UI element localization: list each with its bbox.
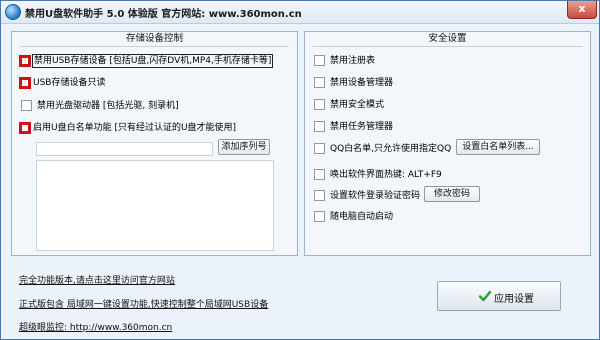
storage-control-group: 存储设备控制 禁用USB存储设备 [包括U盘,闪存DV机,MP4,手机存储卡等]…: [11, 31, 298, 256]
main-window: 禁用U盘软件助手 5.0 体验版 官方网站: www.360mon.cn x 存…: [0, 0, 600, 340]
security-settings-group: 安全设置 禁用注册表 禁用设备管理器 禁用安全模式 禁用任务管理器 QQ白名单,…: [304, 31, 591, 256]
auto-start-label: 随电脑自动启动: [330, 212, 394, 222]
disable-device-manager-label: 禁用设备管理器: [330, 78, 394, 88]
disable-safe-mode-checkbox[interactable]: [314, 99, 325, 110]
disable-device-manager-checkbox[interactable]: [314, 77, 325, 88]
app-shield-icon: [5, 4, 21, 20]
qq-whitelist-label: QQ白名单,只允许使用指定QQ: [330, 144, 452, 154]
security-group-title: 安全设置: [428, 33, 467, 44]
disable-task-manager-checkbox[interactable]: [314, 121, 325, 132]
disable-registry-label: 禁用注册表: [330, 56, 376, 66]
disable-usb-storage-checkbox[interactable]: [19, 55, 31, 67]
login-password-label: 设置软件登录验证密码: [330, 191, 421, 201]
close-button[interactable]: x: [567, 1, 597, 19]
login-password-checkbox[interactable]: [314, 190, 325, 201]
usb-readonly-label: USB存储设备只读: [33, 78, 106, 88]
lan-feature-link[interactable]: 正式版包含 局域网一键设置功能,快速控制整个局域网USB设备: [19, 297, 268, 310]
usb-readonly-checkbox[interactable]: [19, 77, 31, 89]
disable-task-manager-label: 禁用任务管理器: [330, 122, 394, 132]
qq-whitelist-checkbox[interactable]: [314, 143, 325, 154]
auto-start-checkbox[interactable]: [314, 211, 325, 222]
add-serial-button[interactable]: 添加序列号: [218, 139, 270, 155]
checkmark-icon: [478, 290, 492, 302]
apply-settings-label: 应用设置: [494, 294, 534, 305]
disable-optical-drive-label: 禁用光盘驱动器 [包括光驱, 刻录机]: [37, 101, 179, 111]
full-version-link[interactable]: 完全功能版本,请点击这里访问官方网站: [19, 273, 175, 286]
super-monitor-link[interactable]: 超级眼监控: http://www.360mon.cn: [19, 320, 172, 333]
storage-group-title: 存储设备控制: [125, 33, 183, 44]
usb-whitelist-checkbox[interactable]: [19, 122, 31, 134]
disable-safe-mode-label: 禁用安全模式: [330, 100, 385, 110]
disable-optical-drive-checkbox[interactable]: [21, 100, 32, 111]
title-bar[interactable]: 禁用U盘软件助手 5.0 体验版 官方网站: www.360mon.cn x: [1, 1, 599, 24]
change-password-button[interactable]: 修改密码: [424, 186, 480, 202]
hotkey-label: 唤出软件界面热键: ALT+F9: [330, 170, 442, 180]
apply-settings-button[interactable]: 应用设置: [437, 281, 561, 311]
security-group-divider: [313, 46, 582, 47]
usb-whitelist-list[interactable]: [36, 160, 274, 251]
disable-usb-storage-label: 禁用USB存储设备 [包括U盘,闪存DV机,MP4,手机存储卡等]: [32, 54, 274, 68]
usb-whitelist-label: 启用U盘白名单功能 [只有经过认证的U盘才能使用]: [33, 123, 237, 133]
disable-registry-checkbox[interactable]: [314, 55, 325, 66]
window-title: 禁用U盘软件助手 5.0 体验版 官方网站: www.360mon.cn: [25, 9, 302, 20]
serial-number-input[interactable]: [36, 142, 213, 156]
storage-group-divider: [20, 46, 289, 47]
set-qq-whitelist-button[interactable]: 设置白名单列表...: [456, 139, 540, 155]
hotkey-checkbox[interactable]: [314, 169, 325, 180]
